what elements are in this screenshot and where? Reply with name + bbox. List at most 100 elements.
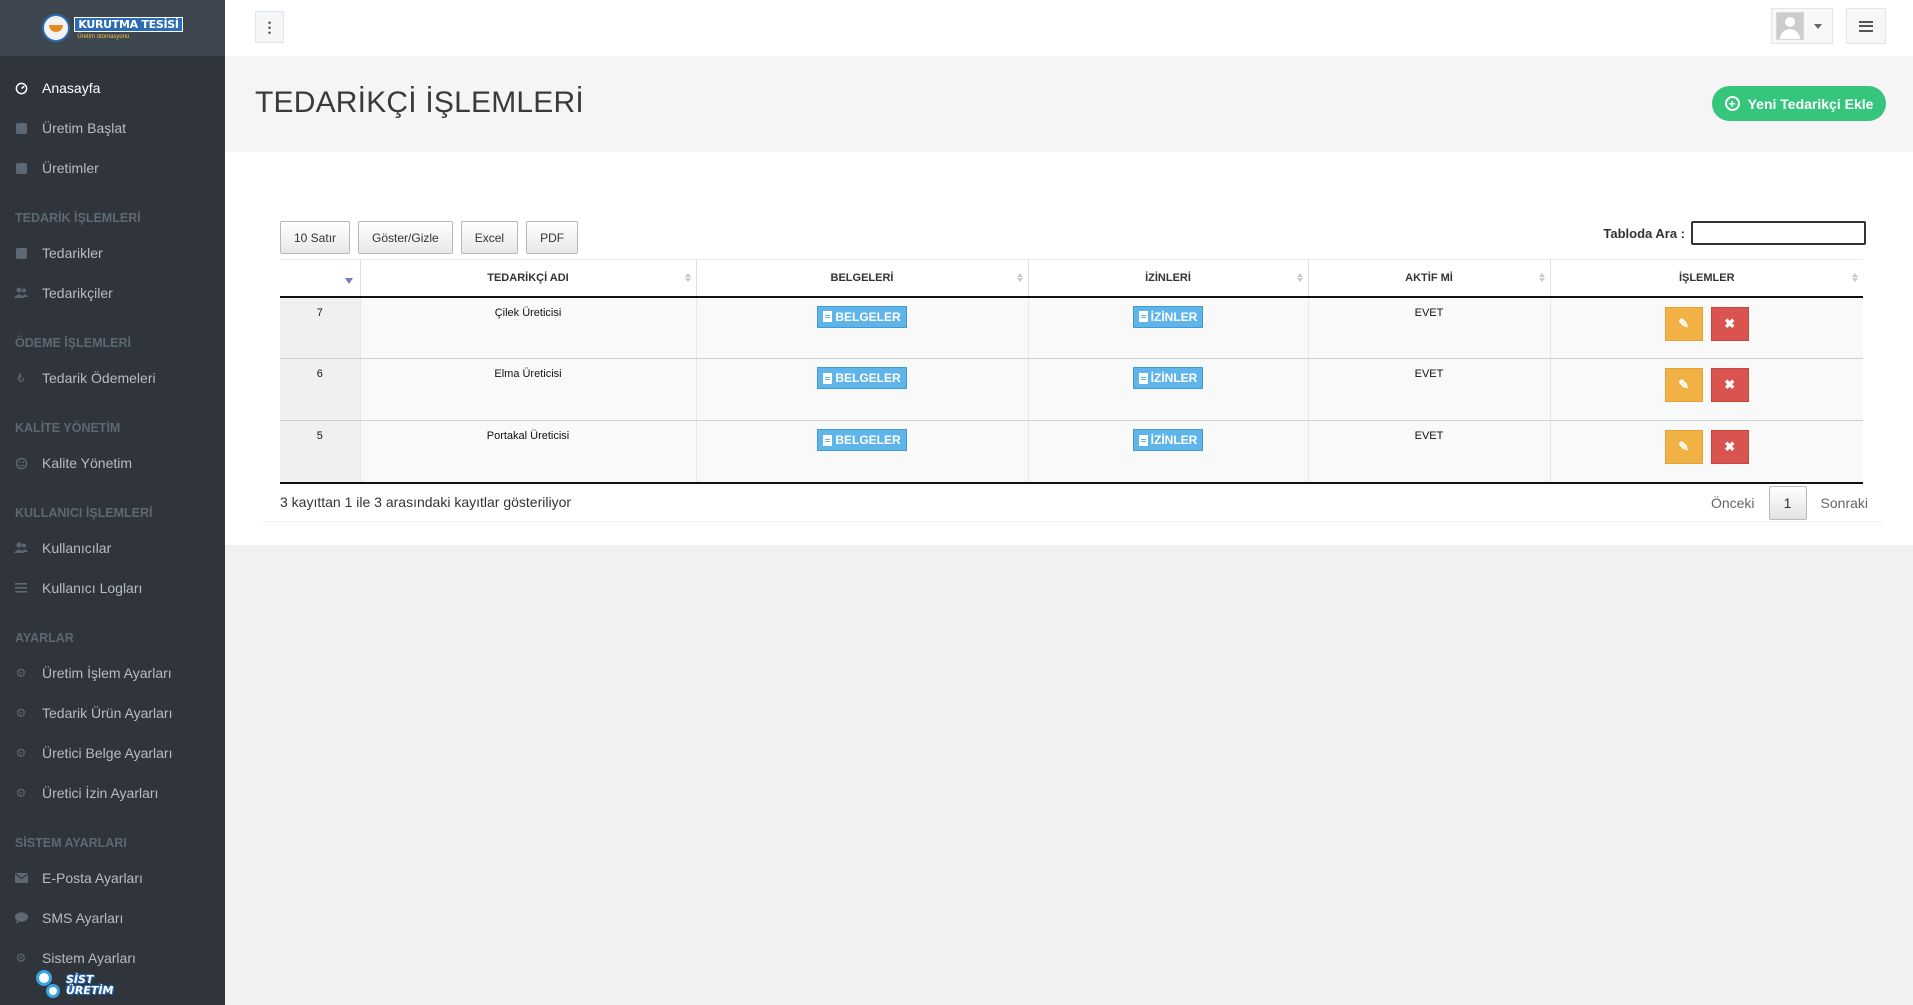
cell-active: EVET <box>1308 420 1551 484</box>
comment-icon <box>14 911 28 925</box>
cell-permits: İZİNLER <box>1028 358 1309 421</box>
column-visibility-button[interactable]: Göster/Gizle <box>358 221 453 254</box>
sort-desc-icon <box>344 278 353 284</box>
gears-icon: ⚙ <box>15 706 27 720</box>
sidebar-item-kalite-yonetim[interactable]: Kalite Yönetim <box>0 443 225 483</box>
sidebar: KURUTMA TESİSİ Üretim otomasyonu Anasayf… <box>0 0 225 1005</box>
sidebar-item-label: Üretici Belge Ayarları <box>42 745 173 761</box>
file-icon <box>1138 372 1148 384</box>
export-pdf-button[interactable]: PDF <box>526 221 579 254</box>
edit-button[interactable]: ✎ <box>1664 368 1703 402</box>
sidebar-item-anasayfa[interactable]: Anasayfa <box>0 68 225 108</box>
sidebar-item-label: Kullanıcı Logları <box>42 580 143 596</box>
sidebar-item-label: Üretim Başlat <box>42 120 127 136</box>
sidebar-item-eposta-ayarlari[interactable]: E-Posta Ayarları <box>0 858 225 898</box>
edit-button[interactable]: ✎ <box>1664 306 1703 341</box>
square-icon <box>14 121 28 135</box>
delete-button[interactable]: ✖ <box>1710 306 1749 341</box>
sort-icon <box>1852 273 1858 282</box>
cell-actions: ✎ ✖ <box>1550 296 1863 359</box>
current-page-button[interactable]: 1 <box>1768 486 1807 520</box>
file-icon <box>1138 434 1148 446</box>
divider <box>263 521 1883 522</box>
add-supplier-button[interactable]: + Yeni Tedarikçi Ekle <box>1712 86 1886 121</box>
pencil-icon: ✎ <box>1678 377 1690 392</box>
permits-button[interactable]: İZİNLER <box>1132 429 1204 451</box>
table-row: 5 Portakal Üreticisi BELGELER İZİNLER EV… <box>280 420 1863 484</box>
sidebar-menu: Anasayfa Üretim Başlat Üretimler TEDARİK… <box>0 56 225 978</box>
gears-icon: ⚙ <box>15 666 27 680</box>
table-info: 3 kayıttan 1 ile 3 arasındaki kayıtlar g… <box>280 494 572 510</box>
column-header-documents[interactable]: BELGELERİ <box>696 259 1029 298</box>
column-header-name[interactable]: TEDARİKÇİ ADI <box>360 259 697 298</box>
caret-down-icon <box>1814 23 1822 29</box>
search-input[interactable] <box>1691 221 1866 245</box>
documents-button[interactable]: BELGELER <box>817 305 907 328</box>
delete-button[interactable]: ✖ <box>1710 368 1749 402</box>
export-excel-button[interactable]: Excel <box>460 221 519 254</box>
user-menu-button[interactable] <box>1771 8 1833 44</box>
next-page-link[interactable]: Sonraki <box>1821 495 1868 511</box>
content-panel: 10 Satır Göster/Gizle Excel PDF Tabloda … <box>225 152 1913 545</box>
logo-bowl-icon <box>42 14 71 42</box>
sidebar-item-tedarik-odemeleri[interactable]: ₺ Tedarik Ödemeleri <box>0 358 225 398</box>
sidebar-item-uretim-baslat[interactable]: Üretim Başlat <box>0 108 225 148</box>
sidebar-item-uretici-belge-ayarlari[interactable]: ⚙ Üretici Belge Ayarları <box>0 733 225 773</box>
cell-actions: ✎ ✖ <box>1550 420 1863 484</box>
sidebar-item-uretici-izin-ayarlari[interactable]: ⚙ Üretici İzin Ayarları <box>0 773 225 813</box>
sidebar-item-sms-ayarlari[interactable]: SMS Ayarları <box>0 898 225 938</box>
plus-circle-icon: + <box>1724 96 1740 111</box>
table-tools: 10 Satır Göster/Gizle Excel PDF <box>280 221 579 254</box>
sidebar-item-tedarikler[interactable]: Tedarikler <box>0 233 225 273</box>
sidebar-heading-kalite: KALİTE YÖNETİM <box>15 421 121 435</box>
sidebar-item-label: Üretici İzin Ayarları <box>42 785 159 801</box>
gears-icon: ⚙ <box>15 786 27 800</box>
brand-logo[interactable]: KURUTMA TESİSİ Üretim otomasyonu <box>0 0 225 56</box>
lira-icon: ₺ <box>17 371 25 385</box>
sidebar-item-uretimler[interactable]: Üretimler <box>0 148 225 188</box>
column-header-actions[interactable]: İŞLEMLER <box>1550 259 1863 298</box>
cell-permits: İZİNLER <box>1028 296 1309 359</box>
avatar <box>1776 12 1804 40</box>
sidebar-item-tedarik-urun-ayarlari[interactable]: ⚙ Tedarik Ürün Ayarları <box>0 693 225 733</box>
sidebar-item-label: Tedarik Ödemeleri <box>42 370 156 386</box>
footer-logo-line2: ÜRETİM <box>66 984 114 997</box>
table-row: 6 Elma Üreticisi BELGELER İZİNLER EVET ✎… <box>280 358 1863 421</box>
pagination: Önceki 1 Sonraki <box>1711 486 1868 520</box>
permits-button[interactable]: İZİNLER <box>1132 305 1204 328</box>
delete-button[interactable]: ✖ <box>1710 430 1749 464</box>
sidebar-item-tedarikciler[interactable]: Tedarikçiler <box>0 273 225 313</box>
pencil-icon: ✎ <box>1678 439 1690 454</box>
table-header-row: TEDARİKÇİ ADI BELGELERİ İZİNLERİ AKTİF M… <box>280 259 1863 298</box>
sidebar-item-uretim-islem-ayarlari[interactable]: ⚙ Üretim İşlem Ayarları <box>0 653 225 693</box>
sidebar-item-label: Sistem Ayarları <box>42 950 136 966</box>
add-supplier-label: Yeni Tedarikçi Ekle <box>1747 95 1874 112</box>
close-icon: ✖ <box>1724 377 1736 392</box>
page-length-button[interactable]: 10 Satır <box>280 221 351 254</box>
envelope-icon <box>14 871 28 885</box>
documents-button[interactable]: BELGELER <box>817 367 907 389</box>
cell-active: EVET <box>1308 358 1551 421</box>
column-header-id[interactable] <box>280 259 361 298</box>
sidebar-toggle-button[interactable]: ⋮ <box>255 11 284 43</box>
gears-icon: ⚙ <box>15 746 27 760</box>
column-header-permits[interactable]: İZİNLERİ <box>1028 259 1309 298</box>
edit-button[interactable]: ✎ <box>1664 430 1703 464</box>
logo-line1: KURUTMA TESİSİ <box>74 16 183 32</box>
pencil-icon: ✎ <box>1678 315 1690 331</box>
vertical-dots-icon: ⋮ <box>262 18 277 35</box>
previous-page-link[interactable]: Önceki <box>1711 495 1755 511</box>
sort-icon <box>1296 273 1303 282</box>
file-icon <box>823 311 833 322</box>
documents-button[interactable]: BELGELER <box>817 429 907 451</box>
sidebar-item-kullanici-loglari[interactable]: Kullanıcı Logları <box>0 568 225 608</box>
quick-sidebar-toggle-button[interactable] <box>1846 8 1886 44</box>
square-icon <box>14 161 28 175</box>
permits-button[interactable]: İZİNLER <box>1132 367 1204 389</box>
sidebar-item-label: Üretim İşlem Ayarları <box>42 665 172 681</box>
sidebar-item-label: SMS Ayarları <box>42 910 124 926</box>
column-header-active[interactable]: AKTİF Mİ <box>1308 259 1551 298</box>
close-icon: ✖ <box>1724 315 1736 331</box>
table-search: Tabloda Ara : <box>1603 221 1866 245</box>
sidebar-item-kullanicilar[interactable]: Kullanıcılar <box>0 528 225 568</box>
